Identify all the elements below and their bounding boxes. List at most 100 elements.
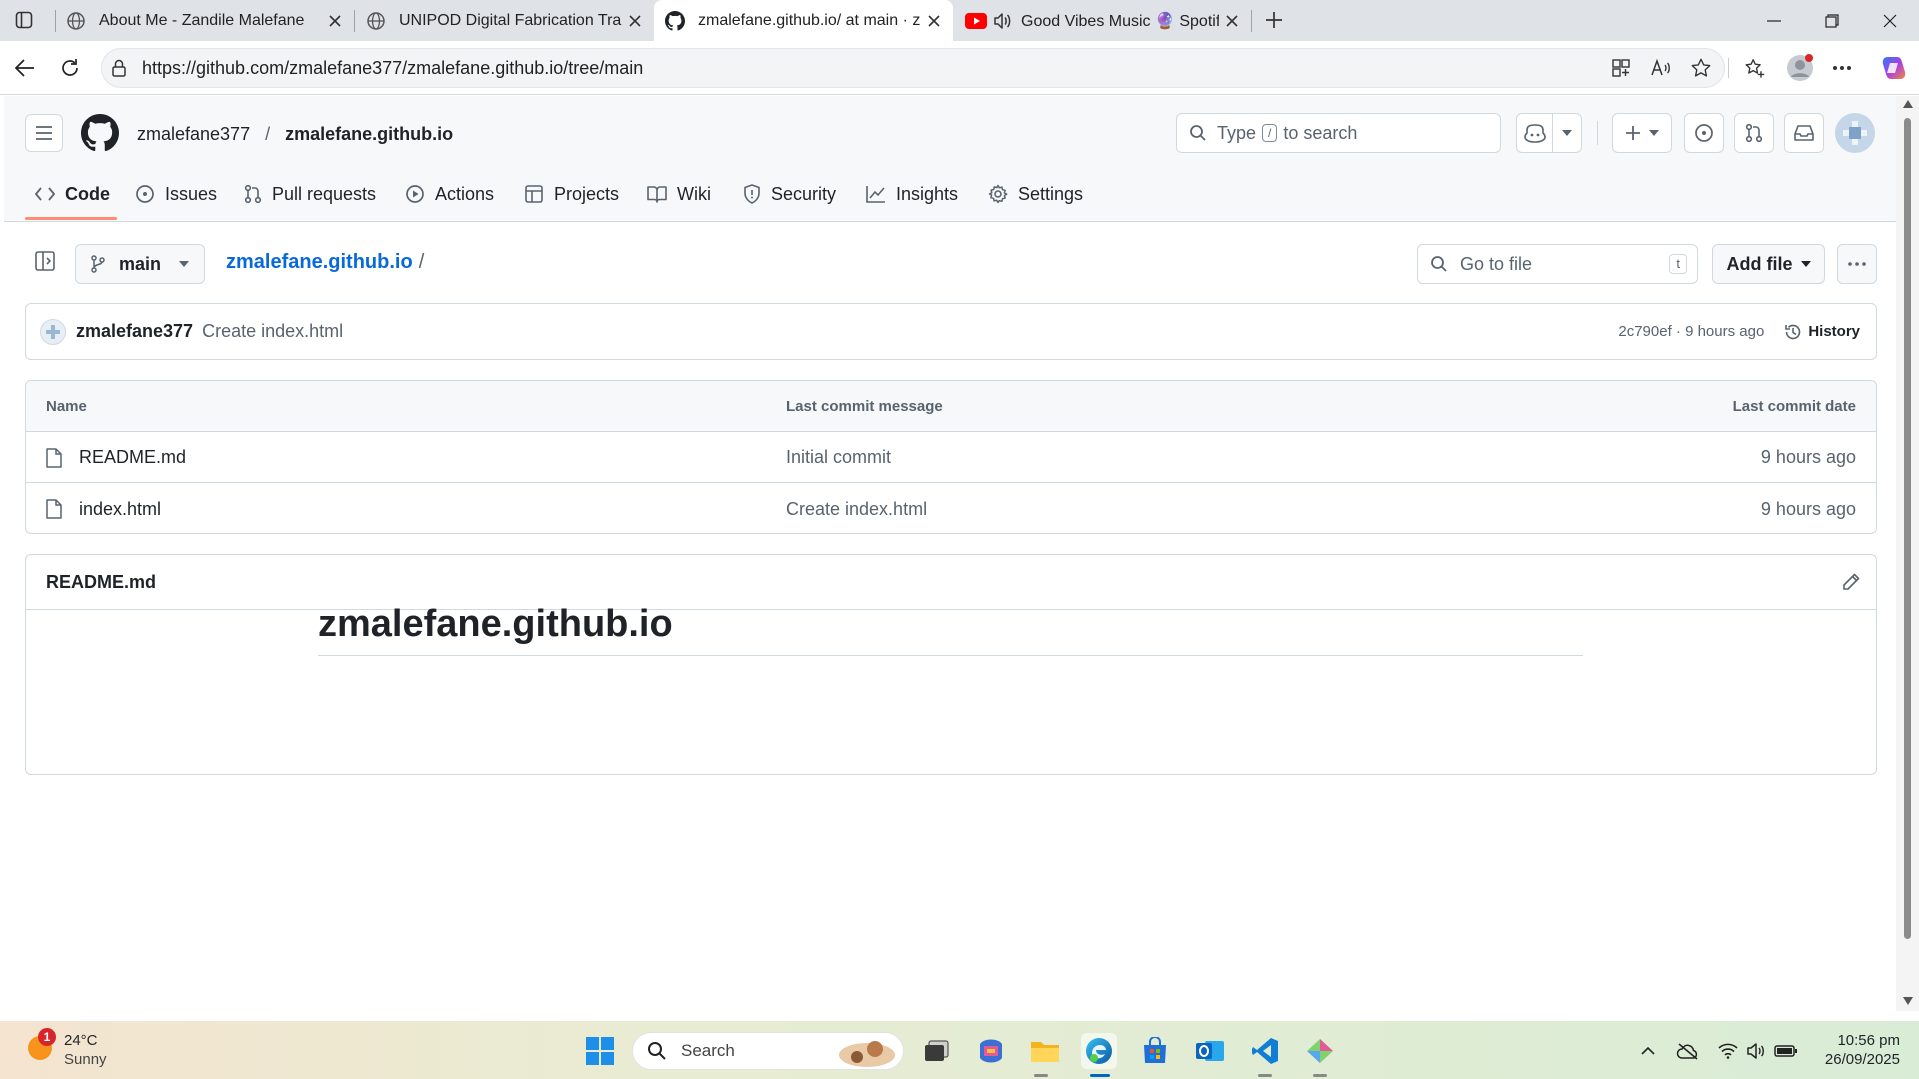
tab-actions[interactable]: Actions [405,172,494,216]
url-text[interactable]: https://github.com/zmalefane377/zmalefan… [142,56,643,80]
tab-wiki[interactable]: Wiki [647,172,711,216]
owner-link[interactable]: zmalefane377 [137,124,250,144]
vscode-icon[interactable] [1247,1033,1283,1069]
user-avatar[interactable] [1835,113,1875,153]
caret-down-icon [179,261,189,267]
browser-tab[interactable]: About Me - Zandile Malefane [55,0,354,41]
table-row[interactable]: index.html Create index.html 9 hours ago [26,484,1876,533]
task-view-icon[interactable] [919,1033,955,1069]
refresh-icon[interactable] [52,50,88,86]
close-tab-icon[interactable] [622,8,648,34]
file-name-link[interactable]: README.md [79,447,186,468]
readme-title[interactable]: README.md [46,572,156,593]
browser-tab[interactable]: UNIPOD Digital Fabrication Traini [355,0,654,41]
tab-label: Wiki [677,183,711,204]
tab-settings[interactable]: Settings [988,172,1083,216]
file-commit-message[interactable]: Create index.html [786,499,927,520]
commit-message[interactable]: Create index.html [202,321,343,342]
table-row[interactable]: README.md Initial commit 9 hours ago [26,433,1876,483]
windows-start-icon[interactable] [582,1033,618,1069]
inbox-icon[interactable] [1784,113,1824,153]
header-commit-date: Last commit date [1732,397,1856,415]
tab-actions-icon[interactable] [6,2,42,38]
tab-security[interactable]: Security [743,172,836,216]
go-to-file-input[interactable]: Go to file t [1417,244,1698,284]
microsoft-365-icon[interactable] [973,1033,1009,1069]
scroll-up-icon[interactable] [1903,100,1913,108]
shield-icon [743,184,771,204]
branch-icon [91,255,105,273]
tab-code[interactable]: Code [35,172,110,216]
browser-tab-active[interactable]: zmalefane.github.io/ at main · zm [654,0,953,41]
actions-play-icon [405,184,435,204]
gear-icon [988,184,1018,204]
weather-temp: 24°C [64,1032,98,1049]
microsoft-store-icon[interactable] [1137,1033,1173,1069]
weather-desc: Sunny [64,1051,107,1068]
repo-link[interactable]: zmalefane.github.io [285,124,453,144]
read-aloud-icon[interactable] [1643,50,1679,86]
chevron-up-icon[interactable] [1630,1033,1666,1069]
new-tab-icon[interactable] [1256,2,1292,38]
edge-browser-icon[interactable] [1081,1033,1117,1069]
profile-avatar[interactable] [1782,50,1818,86]
page-scrollbar[interactable] [1896,96,1919,1011]
clock-date: 26/09/2025 [1824,1051,1900,1068]
file-commit-message[interactable]: Initial commit [786,447,891,468]
search-highlight-icon [835,1035,899,1069]
more-actions-button[interactable] [1837,244,1877,284]
latest-commit-bar: zmalefane377 Create index.html 2c790ef ·… [25,303,1877,360]
taskbar-search-box[interactable]: Search [632,1032,904,1070]
chevron-down-icon [1649,130,1659,136]
commit-author-avatar[interactable] [40,318,66,345]
tab-title: zmalefane.github.io/ at main · zm [698,11,921,29]
app-launcher-icon[interactable] [1302,1033,1338,1069]
app-available-icon[interactable] [1603,50,1639,86]
audio-playing-icon[interactable] [991,10,1013,32]
breadcrumb-repo-link[interactable]: zmalefane.github.io [226,251,413,273]
weather-widget[interactable]: 24°C Sunny [64,1031,107,1069]
commit-author[interactable]: zmalefane377 [76,321,193,342]
battery-icon[interactable] [1768,1033,1804,1069]
onedrive-offline-icon[interactable] [1670,1033,1706,1069]
add-file-button[interactable]: Add file [1712,244,1825,284]
history-link[interactable]: History [1808,323,1860,340]
pencil-edit-icon[interactable] [1842,573,1860,591]
browser-tab[interactable]: Good Vibes Music 🔮 Spotif [955,0,1251,41]
sidebar-toggle-icon[interactable] [34,250,56,272]
github-search-input[interactable]: Type / to search [1176,113,1501,153]
restore-icon[interactable] [1803,0,1861,41]
commit-hash-time[interactable]: 2c790ef · 9 hours ago [1618,323,1764,340]
tab-insights[interactable]: Insights [866,172,958,216]
hamburger-menu-icon[interactable] [25,114,63,152]
github-logo-icon[interactable] [81,114,119,152]
close-tab-icon[interactable] [322,8,348,34]
pull-requests-icon[interactable] [1734,113,1774,153]
copilot-icon [1517,123,1552,143]
more-options-icon[interactable] [1824,50,1860,86]
scroll-down-icon[interactable] [1903,997,1913,1005]
file-name-link[interactable]: index.html [79,499,161,520]
system-clock[interactable]: 10:56 pm 26/09/2025 [1800,1031,1900,1069]
favorites-icon[interactable] [1737,50,1773,86]
site-info-icon[interactable] [101,50,137,86]
minimize-icon[interactable] [1745,0,1803,41]
outlook-icon[interactable] [1192,1033,1228,1069]
tab-pull-requests[interactable]: Pull requests [244,172,376,216]
scroll-thumb[interactable] [1904,118,1911,939]
close-window-icon[interactable] [1861,0,1919,41]
path-separator: / [265,124,271,144]
tab-projects[interactable]: Projects [524,172,619,216]
copilot-icon[interactable] [1876,50,1912,86]
close-tab-icon[interactable] [921,8,947,34]
issues-icon[interactable] [1684,113,1724,153]
favorite-star-icon[interactable] [1683,50,1719,86]
create-new-button[interactable] [1612,113,1672,153]
search-placeholder: Type [1217,122,1257,143]
back-icon[interactable] [7,50,43,86]
file-explorer-icon[interactable] [1027,1033,1063,1069]
copilot-menu-button[interactable] [1516,113,1582,153]
close-tab-icon[interactable] [1219,8,1245,34]
tab-issues[interactable]: Issues [135,172,217,216]
branch-selector[interactable]: main [75,244,205,284]
